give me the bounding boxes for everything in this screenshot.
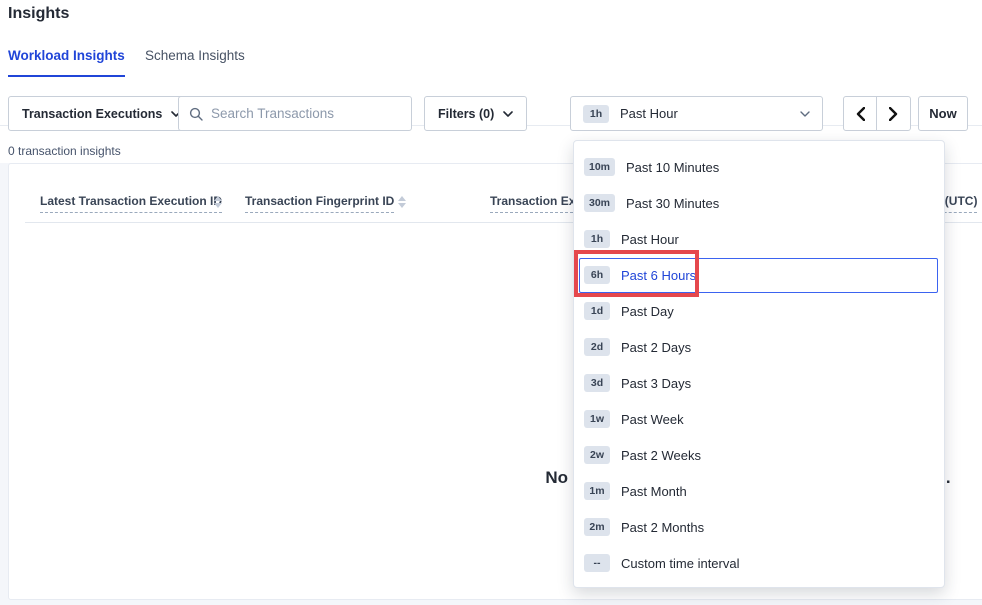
time-option-past-2-months[interactable]: 2m Past 2 Months	[574, 509, 944, 545]
view-type-select-label: Transaction Executions	[22, 107, 162, 121]
search-box[interactable]	[178, 96, 412, 131]
tab-workload-insights[interactable]: Workload Insights	[8, 48, 125, 77]
tabs-bar: Workload Insights Schema Insights	[0, 48, 982, 78]
time-option-badge: 6h	[584, 266, 610, 284]
sort-icon[interactable]	[398, 196, 406, 210]
time-option-label: Past 2 Days	[621, 340, 691, 355]
column-header-transaction-fingerprint-id[interactable]: Transaction Fingerprint ID	[245, 194, 394, 213]
time-option-badge: 2w	[584, 446, 610, 464]
now-button[interactable]: Now	[918, 96, 968, 131]
time-option-label: Past 30 Minutes	[626, 196, 719, 211]
time-option-label: Past 2 Weeks	[621, 448, 701, 463]
tab-schema-insights[interactable]: Schema Insights	[145, 48, 245, 75]
next-interval-button[interactable]	[877, 97, 910, 130]
time-option-past-3-days[interactable]: 3d Past 3 Days	[574, 365, 944, 401]
time-option-badge: 30m	[584, 194, 615, 212]
time-option-badge: 2d	[584, 338, 610, 356]
time-interval-badge: 1h	[583, 105, 609, 123]
filters-button[interactable]: Filters (0)	[424, 96, 527, 131]
time-option-label: Past Day	[621, 304, 674, 319]
time-option-badge: 2m	[584, 518, 610, 536]
time-option-label: Past 3 Days	[621, 376, 691, 391]
search-input[interactable]	[211, 106, 401, 121]
search-icon	[189, 107, 203, 121]
chevron-down-icon	[800, 111, 810, 117]
time-interval-dropdown: 10m Past 10 Minutes 30m Past 30 Minutes …	[573, 140, 945, 588]
time-option-past-hour[interactable]: 1h Past Hour	[574, 221, 944, 257]
time-option-past-week[interactable]: 1w Past Week	[574, 401, 944, 437]
time-option-label: Past Hour	[621, 232, 679, 247]
chevron-right-icon	[889, 107, 898, 121]
time-option-label: Past 10 Minutes	[626, 160, 719, 175]
insights-count: 0 transaction insights	[8, 144, 121, 158]
page-title: Insights	[8, 5, 69, 23]
time-option-past-30-minutes[interactable]: 30m Past 30 Minutes	[574, 185, 944, 221]
time-option-past-day[interactable]: 1d Past Day	[574, 293, 944, 329]
time-range-arrows	[843, 96, 911, 131]
time-option-label: Past Month	[621, 484, 687, 499]
time-option-badge: 1w	[584, 410, 610, 428]
chevron-left-icon	[856, 107, 865, 121]
time-option-badge: 1h	[584, 230, 610, 248]
time-option-custom-time-interval[interactable]: -- Custom time interval	[574, 545, 944, 581]
chevron-down-icon	[503, 111, 513, 117]
time-option-label: Past 2 Months	[621, 520, 704, 535]
time-option-badge: 10m	[584, 158, 615, 176]
time-option-past-2-weeks[interactable]: 2w Past 2 Weeks	[574, 437, 944, 473]
time-option-past-10-minutes[interactable]: 10m Past 10 Minutes	[574, 149, 944, 185]
time-interval-select[interactable]: 1h Past Hour	[570, 96, 823, 131]
filters-button-label: Filters (0)	[438, 107, 494, 121]
time-option-badge: 1m	[584, 482, 610, 500]
time-option-badge: 3d	[584, 374, 610, 392]
time-option-past-6-hours[interactable]: 6h Past 6 Hours	[574, 257, 944, 293]
column-header-latest-transaction-execution-id[interactable]: Latest Transaction Execution ID	[40, 194, 222, 213]
previous-interval-button[interactable]	[844, 97, 877, 130]
time-option-badge: 1d	[584, 302, 610, 320]
time-option-past-month[interactable]: 1m Past Month	[574, 473, 944, 509]
time-option-past-2-days[interactable]: 2d Past 2 Days	[574, 329, 944, 365]
time-option-label: Past Week	[621, 412, 684, 427]
time-option-label: Past 6 Hours	[621, 268, 696, 283]
time-option-badge: --	[584, 554, 610, 572]
time-option-label: Custom time interval	[621, 556, 739, 571]
insights-page: Insights Workload Insights Schema Insigh…	[0, 0, 982, 605]
sort-icon[interactable]	[214, 196, 222, 210]
time-interval-label: Past Hour	[620, 106, 678, 121]
view-type-select[interactable]: Transaction Executions	[8, 96, 195, 131]
